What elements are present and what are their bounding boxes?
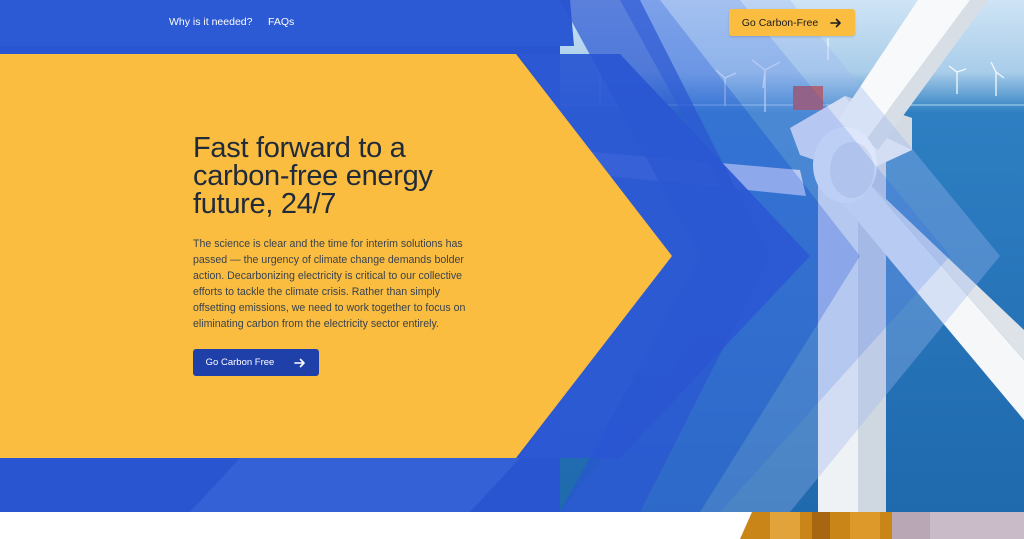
arrow-right-icon — [294, 358, 306, 367]
hero-body-text: The science is clear and the time for in… — [193, 238, 466, 330]
hero-section: Why is it needed? FAQs Go Carbon-Free Fa… — [0, 0, 1024, 512]
nav-link-why[interactable]: Why is it needed? — [169, 16, 252, 28]
nav-go-carbon-free-button[interactable]: Go Carbon-Free — [729, 9, 855, 36]
top-nav: Why is it needed? FAQs Go Carbon-Free — [0, 0, 1024, 44]
nav-link-faqs[interactable]: FAQs — [268, 16, 294, 28]
next-section-image — [740, 512, 1024, 539]
nav-cta-label: Go Carbon-Free — [741, 16, 819, 29]
hero-decoration — [0, 0, 1024, 512]
hero-headline: Fast forward to a carbon-free energy fut… — [193, 132, 433, 220]
hero-cta-label: Go Carbon Free — [205, 357, 275, 368]
arrow-right-icon — [830, 18, 842, 27]
hero-go-carbon-free-button[interactable]: Go Carbon Free — [193, 349, 319, 376]
